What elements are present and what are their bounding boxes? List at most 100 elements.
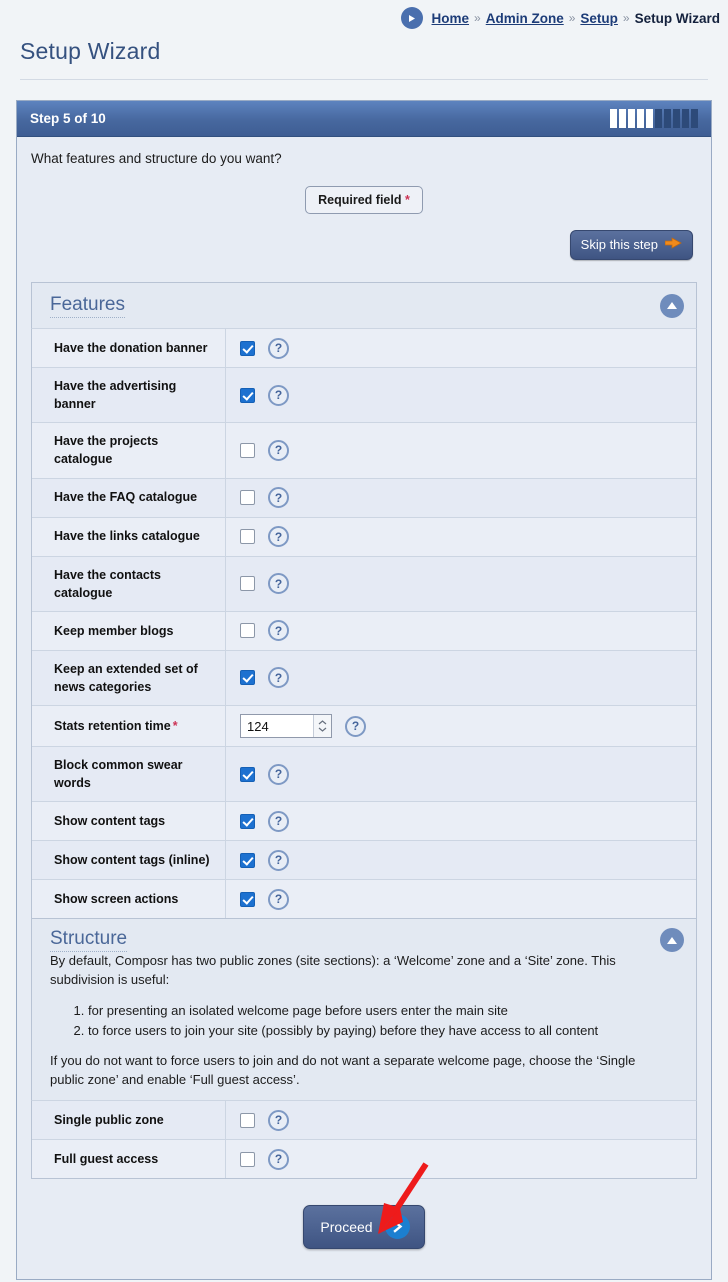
checkbox[interactable] [240,1112,255,1128]
progress-segment [682,109,689,128]
field-label: Show screen actions [32,880,226,919]
checkbox[interactable] [240,340,255,356]
field-value: ? [226,423,696,477]
question-mark-icon[interactable]: ? [268,888,289,910]
checkbox[interactable] [240,490,255,505]
field-value: ? [226,1101,696,1139]
question-mark-icon[interactable]: ? [268,526,289,547]
field-label: Keep member blogs [32,611,226,650]
structure-section-header: Structure By default, Composr has two pu… [31,919,697,1101]
number-input-wrapper [240,714,332,738]
step-label: Step 5 of 10 [30,111,106,126]
list-item: for presenting an isolated welcome page … [88,1002,654,1021]
structure-table: Single public zone? Full guest access? [31,1100,697,1180]
checkbox[interactable] [240,852,255,868]
progress-segment [691,109,698,128]
wizard-header: Step 5 of 10 [17,101,711,137]
table-row: Show content tags? [32,802,696,842]
features-section-title: Features [50,293,125,318]
question-mark-icon[interactable]: ? [268,667,289,689]
question-mark-icon[interactable]: ? [268,810,289,832]
checkbox[interactable] [240,1151,255,1167]
features-section-header: Features [31,282,697,328]
field-value: ? [226,329,696,367]
checkbox[interactable] [240,813,255,829]
field-label: Single public zone [32,1101,226,1140]
stats-retention-time-input[interactable] [241,715,313,737]
field-label: Have the FAQ catalogue [32,478,226,517]
checkbox[interactable] [240,442,255,458]
table-row: Keep an extended set of news categories? [32,650,696,706]
breadcrumb-item-home[interactable]: Home [432,11,470,26]
step-progress-bar [610,109,698,128]
wizard-body: What features and structure do you want?… [17,137,711,1280]
field-label: Keep an extended set of news categories [32,650,226,705]
page-title: Setup Wizard [20,38,161,64]
question-mark-icon[interactable]: ? [268,384,289,406]
field-value: ? [226,802,696,840]
table-row: Single public zone? [32,1101,696,1141]
field-value: ? [226,1140,696,1178]
field-value: ? [226,841,696,879]
breadcrumb-item-current: Setup Wizard [634,10,720,26]
field-value: ? [226,880,696,918]
question-mark-icon[interactable]: ? [268,1148,289,1170]
triangle-up-icon[interactable] [660,928,684,953]
proceed-label: Proceed [320,1218,373,1235]
question-mark-icon[interactable]: ? [268,439,289,461]
number-stepper[interactable] [313,715,331,737]
question-mark-icon[interactable]: ? [268,1109,289,1131]
table-row: Have the donation banner? [32,329,696,368]
structure-paragraph-2: If you do not want to force users to joi… [50,1053,636,1088]
breadcrumb: Home » Admin Zone » Setup » Setup Wizard [0,0,728,32]
progress-segment [664,109,671,128]
question-mark-icon[interactable]: ? [345,715,366,737]
field-label: Stats retention time * [32,706,226,746]
field-value: ? [226,612,696,650]
checkbox[interactable] [240,529,255,544]
table-row: Show content tags (inline)? [32,841,696,881]
checkbox[interactable] [240,623,255,639]
question-mark-icon[interactable]: ? [268,763,289,785]
table-row: Stats retention time*? [32,706,696,747]
question-mark-icon[interactable]: ? [268,487,289,508]
checkbox[interactable] [240,670,255,686]
field-value: ? [226,557,696,611]
proceed-button[interactable]: Proceed [303,1205,425,1250]
required-marker: * [172,718,178,733]
checkbox[interactable] [240,766,255,782]
checkbox[interactable] [240,576,255,592]
progress-segment [673,109,680,128]
breadcrumb-item-admin-zone[interactable]: Admin Zone [486,11,564,26]
question-mark-icon[interactable]: ? [268,337,289,359]
checkbox[interactable] [240,387,255,403]
breadcrumb-item-setup[interactable]: Setup [580,11,618,26]
chevron-right-icon [384,1214,410,1240]
title-divider [20,79,708,80]
features-table: Have the donation banner? Have the advert… [31,328,697,920]
table-row: Full guest access? [32,1140,696,1179]
checkbox[interactable] [240,891,255,907]
required-field-label: Required field [318,193,402,207]
field-label: Have the donation banner [32,329,226,367]
question-mark-icon[interactable]: ? [268,849,289,871]
field-label: Have the projects catalogue [32,423,226,478]
skip-this-step-button[interactable]: Skip this step [569,230,693,260]
field-value: ? [226,518,696,556]
table-row: Have the projects catalogue? [32,423,696,479]
field-label: Full guest access [32,1140,226,1179]
required-field-row: Required field * [17,186,711,214]
skip-step-row: Skip this step [17,214,711,260]
field-label: Show content tags [32,802,226,841]
wizard-panel: Step 5 of 10 What features and structure… [16,100,712,1281]
question-mark-icon[interactable]: ? [268,620,289,642]
list-item: to force users to join your site (possib… [88,1022,654,1041]
table-row: Have the FAQ catalogue? [32,478,696,518]
field-value: ? [226,368,696,422]
triangle-up-icon[interactable] [660,293,684,318]
wizard-question: What features and structure do you want? [31,151,282,166]
progress-segment [610,109,617,128]
question-mark-icon[interactable]: ? [268,573,289,595]
progress-segment [655,109,662,128]
required-field-legend: Required field * [305,186,423,214]
